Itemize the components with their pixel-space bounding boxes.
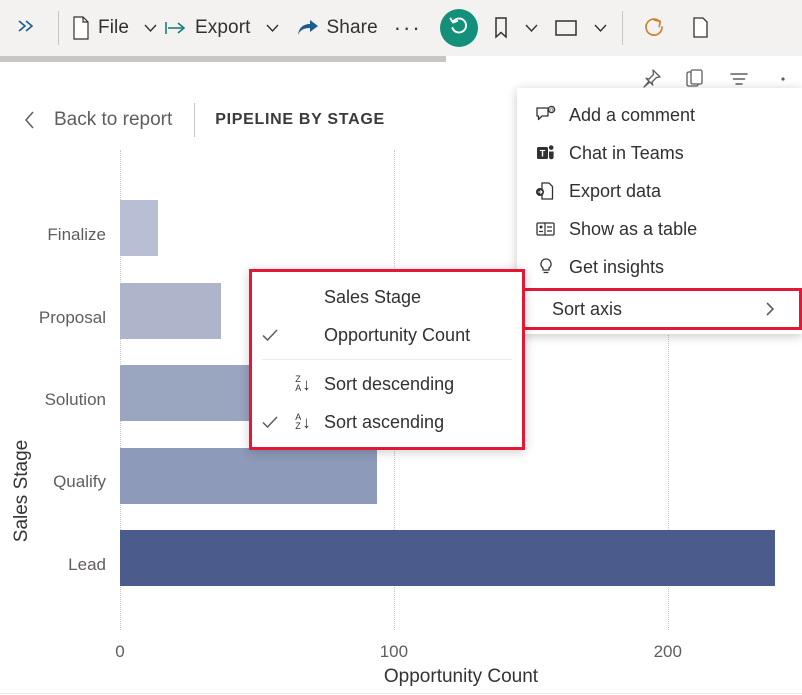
x-tick-label: 100 (380, 642, 408, 662)
export-data-icon (535, 181, 561, 201)
menu-item-label: Get insights (569, 257, 664, 278)
checkmark-icon (252, 415, 288, 429)
chart-bottom-divider (0, 693, 802, 694)
menu-item-label: Add a comment (569, 105, 695, 126)
chevron-right-icon (763, 299, 777, 319)
refresh-button[interactable] (637, 8, 673, 48)
submenu-item-sort-descending[interactable]: ZA↓ Sort descending (252, 365, 522, 403)
submenu-item-label: Sort descending (324, 374, 454, 395)
x-tick-label: 0 (115, 642, 124, 662)
submenu-item-label: Sort ascending (324, 412, 444, 433)
submenu-item-sales-stage[interactable]: Sales Stage (252, 278, 522, 316)
toolbar-divider-2 (622, 11, 623, 45)
back-to-report-link[interactable]: Back to report (54, 109, 172, 131)
file-icon (71, 16, 91, 40)
submenu-item-opportunity-count[interactable]: Opportunity Count (252, 316, 522, 354)
y-tick-label: Solution (2, 390, 106, 410)
y-tick-label: Finalize (2, 225, 106, 245)
bar-lead[interactable] (120, 530, 775, 586)
menu-item-sort-axis[interactable]: Sort axis (517, 288, 802, 330)
page-title: PIPELINE BY STAGE (215, 111, 385, 129)
bar-proposal[interactable] (120, 283, 221, 339)
file-menu-button[interactable]: File (65, 8, 135, 48)
menu-item-chat-in-teams[interactable]: T Chat in Teams (517, 134, 802, 172)
submenu-divider (262, 359, 512, 360)
export-label: Export (195, 17, 251, 39)
lightbulb-icon (535, 257, 561, 277)
svg-text:T: T (540, 148, 546, 158)
view-chevron-down-icon[interactable] (593, 23, 608, 33)
menu-item-label: Sort axis (552, 299, 622, 320)
menu-item-label: Export data (569, 181, 661, 202)
toolbar-scrollbar-thumb[interactable] (0, 56, 446, 62)
comment-icon: @ (535, 105, 561, 125)
sort-ascending-icon: AZ↓ (288, 413, 318, 431)
chevron-left-icon[interactable] (22, 108, 38, 132)
refresh-icon (643, 16, 667, 40)
menu-item-label: Show as a table (569, 219, 697, 240)
menu-item-add-a-comment[interactable]: @ Add a comment (517, 96, 802, 134)
menu-item-label: Chat in Teams (569, 143, 684, 164)
svg-text:@: @ (549, 107, 554, 113)
teams-icon: T (535, 143, 561, 163)
view-button[interactable] (547, 8, 585, 48)
file-label: File (98, 17, 129, 39)
bar-finalize[interactable] (120, 200, 158, 256)
submenu-item-sort-ascending[interactable]: AZ↓ Sort ascending (252, 403, 522, 441)
expand-ribbon-button[interactable] (0, 0, 52, 56)
table-icon (535, 219, 561, 239)
main-toolbar: File Export Share ··· (0, 0, 802, 56)
y-axis-tick-labels: Finalize Proposal Solution Qualify Lead (0, 150, 106, 630)
export-chevron-down-icon[interactable] (265, 23, 280, 33)
y-tick-label: Qualify (2, 472, 106, 492)
file-chevron-down-icon[interactable] (143, 23, 158, 33)
toolbar-divider-1 (58, 11, 59, 45)
submenu-item-label: Sales Stage (324, 287, 421, 308)
bookmark-icon (492, 16, 510, 40)
x-axis-title: Opportunity Count (120, 666, 802, 688)
export-menu-button[interactable]: Export (158, 8, 257, 48)
checkmark-icon (252, 328, 288, 342)
reset-button[interactable] (440, 9, 478, 47)
y-tick-label: Lead (2, 555, 106, 575)
rectangle-view-icon (553, 18, 579, 38)
x-tick-label: 200 (654, 642, 682, 662)
reset-undo-icon (447, 14, 471, 43)
context-menu: @ Add a comment T Chat in Teams Export d… (517, 88, 802, 334)
copy-icon (689, 16, 709, 40)
submenu-item-label: Opportunity Count (324, 325, 470, 346)
share-label: Share (327, 17, 378, 39)
double-chevron-right-icon (15, 17, 37, 40)
menu-item-export-data[interactable]: Export data (517, 172, 802, 210)
menu-item-get-insights[interactable]: Get insights (517, 248, 802, 286)
bar-qualify[interactable] (120, 448, 377, 504)
more-commands-button[interactable]: ··· (384, 23, 432, 33)
export-icon (164, 19, 188, 37)
copy-button[interactable] (683, 8, 715, 48)
bookmarks-chevron-down-icon[interactable] (524, 23, 539, 33)
menu-item-show-as-a-table[interactable]: Show as a table (517, 210, 802, 248)
y-tick-label: Proposal (2, 308, 106, 328)
breadcrumb-divider (194, 103, 195, 137)
sort-axis-submenu: Sales Stage Opportunity Count ZA↓ Sort d… (249, 269, 525, 450)
share-icon (296, 18, 320, 38)
bookmarks-button[interactable] (486, 8, 516, 48)
share-button[interactable]: Share (290, 8, 384, 48)
sort-descending-icon: ZA↓ (288, 375, 318, 393)
